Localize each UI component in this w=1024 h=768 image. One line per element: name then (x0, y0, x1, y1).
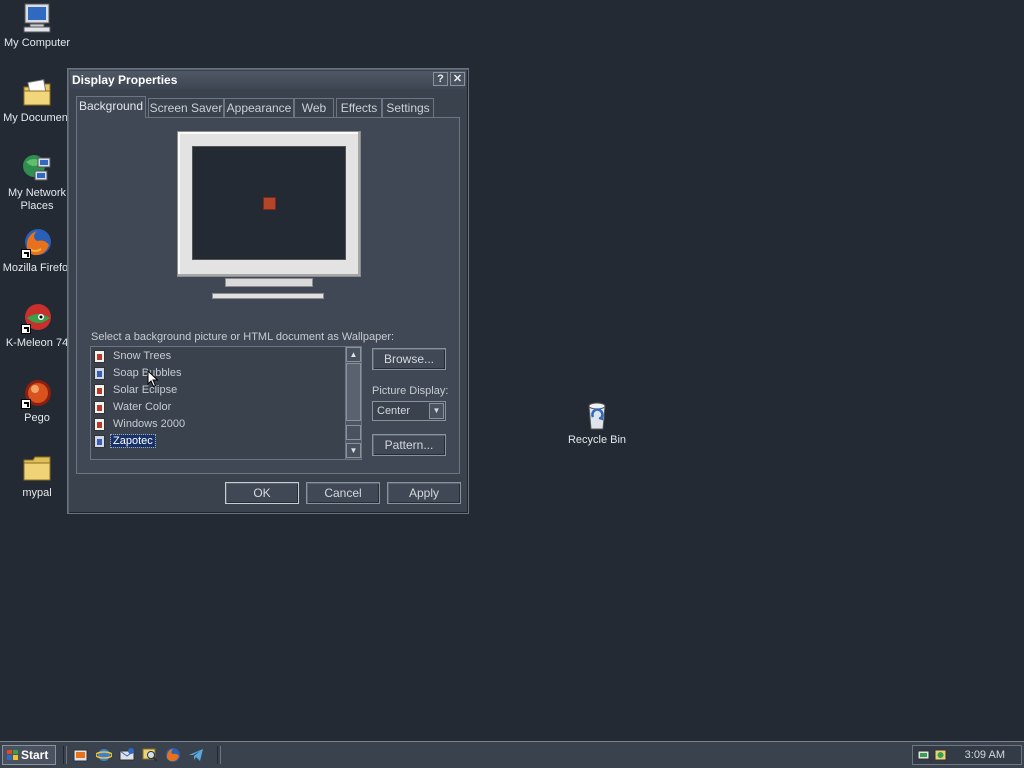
preview-screen (192, 146, 346, 260)
windows-logo-icon (7, 750, 18, 760)
shortcut-arrow-icon (21, 249, 31, 259)
browse-button[interactable]: Browse... (372, 348, 446, 370)
system-tray: 3:09 AM (912, 745, 1022, 765)
desktop-icon-label: My Document (3, 112, 71, 124)
help-button[interactable]: ? (433, 72, 448, 86)
monitor-base (212, 293, 324, 299)
close-button[interactable]: ✕ (450, 72, 465, 86)
start-label: Start (21, 748, 49, 762)
desktop-icon-my-documents[interactable]: My Document (0, 77, 74, 125)
firefox-icon (21, 227, 53, 259)
documents-folder-icon (21, 77, 53, 109)
clock[interactable]: 3:09 AM (965, 746, 1005, 764)
monitor-preview (177, 131, 361, 277)
tab-settings[interactable]: Settings (382, 98, 434, 117)
desktop-icon-mypal[interactable]: mypal (0, 452, 74, 500)
internet-explorer-icon[interactable] (96, 747, 112, 763)
firefox-icon[interactable] (165, 747, 181, 763)
desktop-icon-label: mypal (22, 487, 52, 499)
search-icon[interactable] (142, 747, 158, 763)
scroll-down-button[interactable]: ▼ (346, 443, 361, 458)
desktop-icon-label: My Network Places (7, 187, 67, 212)
wallpaper-item-solar-eclipse[interactable]: Solar Eclipse (94, 382, 179, 399)
tab-background[interactable]: Background (76, 96, 146, 118)
folder-icon (21, 452, 53, 484)
desktop-icon-label: K-Meleon 74 (5, 337, 69, 349)
taskbar-separator (217, 746, 221, 764)
picture-display-value: Center (377, 405, 411, 417)
wallpaper-item-zapotec[interactable]: Zapotec (94, 433, 156, 450)
speaker-icon[interactable] (933, 747, 949, 763)
desktop-icon-label: Recycle Bin (567, 434, 627, 446)
wallpaper-prompt: Select a background picture or HTML docu… (91, 331, 395, 343)
taskbar: Start 3:09 AM (0, 741, 1024, 768)
title-bar[interactable]: Display Properties ? ✕ (70, 71, 466, 89)
picture-display-select[interactable]: Center ▼ (372, 401, 446, 421)
image-file-icon (94, 417, 105, 431)
tab-effects[interactable]: Effects (336, 98, 382, 117)
scroll-up-button[interactable]: ▲ (346, 347, 361, 362)
wallpaper-item-windows-2000[interactable]: Windows 2000 (94, 416, 187, 433)
taskbar-separator (63, 746, 67, 764)
display-properties-window: Display Properties ? ✕ Background Screen… (67, 68, 469, 514)
wallpaper-item-water-color[interactable]: Water Color (94, 399, 173, 416)
tab-appearance[interactable]: Appearance (224, 98, 294, 117)
ok-button[interactable]: OK (225, 482, 299, 504)
desktop-icon-recycle-bin[interactable]: Recycle Bin (560, 399, 634, 447)
wallpaper-preview-image (263, 197, 276, 210)
apply-button[interactable]: Apply (387, 482, 461, 504)
network-connection-icon[interactable] (917, 747, 933, 763)
desktop-icon-label: Mozilla Firefo: (2, 262, 72, 274)
computer-icon (21, 2, 53, 34)
wallpaper-item-snow-trees[interactable]: Snow Trees (94, 348, 173, 365)
wallpaper-item-soap-bubbles[interactable]: Soap Bubbles (94, 365, 184, 382)
tab-screen-saver[interactable]: Screen Saver (148, 98, 224, 117)
telegram-icon[interactable] (188, 747, 204, 763)
outlook-express-icon[interactable] (119, 747, 135, 763)
desktop-icon-my-network-places[interactable]: My Network Places (0, 152, 74, 213)
monitor-stand (225, 278, 313, 287)
desktop-icon-label: Pego (24, 412, 50, 424)
html-file-icon (94, 366, 105, 380)
desktop-icon-mozilla-firefox[interactable]: Mozilla Firefo: (0, 227, 74, 275)
shortcut-arrow-icon (21, 399, 31, 409)
html-file-icon (94, 434, 105, 448)
tab-web[interactable]: Web (294, 98, 334, 117)
image-file-icon (94, 383, 105, 397)
desktop-icon-k-meleon[interactable]: K-Meleon 74 (0, 302, 74, 350)
scroll-thumb[interactable] (346, 363, 361, 421)
pattern-button[interactable]: Pattern... (372, 434, 446, 456)
cancel-button[interactable]: Cancel (306, 482, 380, 504)
show-desktop-icon[interactable] (73, 747, 89, 763)
desktop-icon-my-computer[interactable]: My Computer (0, 2, 74, 50)
mouse-cursor-icon (147, 370, 159, 388)
window-title: Display Properties (72, 73, 178, 87)
list-scrollbar[interactable]: ▲ ▼ (345, 347, 361, 459)
picture-display-label: Picture Display: (372, 385, 449, 397)
start-button[interactable]: Start (2, 745, 56, 765)
pego-icon (21, 377, 53, 409)
k-meleon-icon (21, 302, 53, 334)
shortcut-arrow-icon (21, 324, 31, 334)
image-file-icon (94, 400, 105, 414)
wallpaper-list[interactable]: Snow Trees Soap Bubbles Solar Eclipse Wa… (90, 346, 362, 460)
scroll-track-button[interactable] (346, 425, 361, 440)
image-file-icon (94, 349, 105, 363)
desktop-icon-label: My Computer (3, 37, 71, 49)
network-icon (21, 152, 53, 184)
recycle-bin-icon (581, 399, 613, 431)
desktop-icon-pego[interactable]: Pego (0, 377, 74, 425)
chevron-down-icon[interactable]: ▼ (429, 403, 444, 419)
